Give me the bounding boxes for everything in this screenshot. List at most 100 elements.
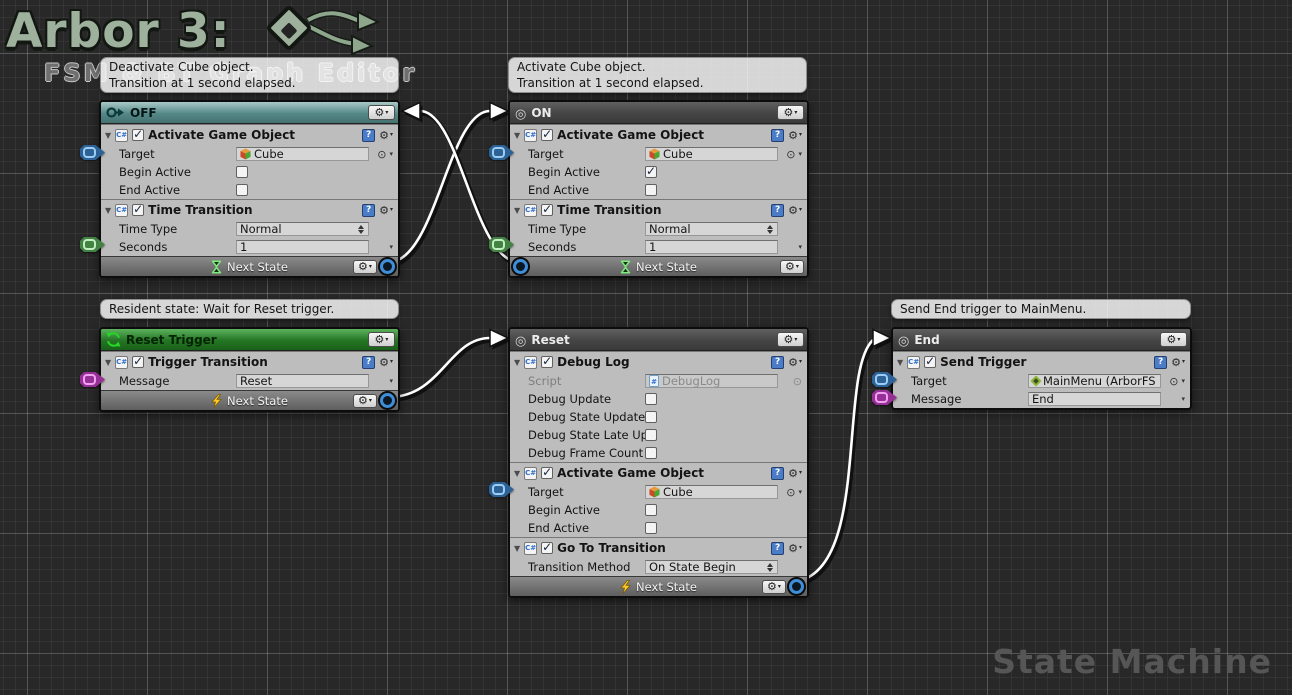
dropdown-icon[interactable]: ▾ [798, 151, 802, 158]
state-settings-button[interactable]: ⚙▾ [1160, 332, 1187, 347]
behaviour-enabled-checkbox[interactable]: ✓ [541, 129, 553, 141]
popup-field[interactable]: Normal [645, 222, 778, 236]
popup-field[interactable]: Normal [236, 222, 369, 236]
foldout-icon[interactable]: ▼ [514, 206, 520, 215]
object-picker-icon[interactable]: ⊙ [786, 487, 795, 498]
transition-settings-button[interactable]: ⚙▾ [353, 260, 377, 274]
behaviour-settings-button[interactable]: ⚙▾ [788, 205, 802, 216]
state-header-reset[interactable]: ◎Reset⚙▾ [510, 329, 807, 351]
behaviour-enabled-checkbox[interactable]: ✓ [541, 542, 553, 554]
property-checkbox[interactable] [236, 184, 248, 196]
behaviour-enabled-checkbox[interactable]: ✓ [541, 356, 553, 368]
data-slot-green-icon[interactable] [489, 237, 514, 252]
behaviour-enabled-checkbox[interactable]: ✓ [132, 129, 144, 141]
next-state-port[interactable] [789, 579, 804, 594]
data-slot-blue-icon[interactable] [80, 145, 105, 160]
behaviour-settings-button[interactable]: ⚙▾ [379, 357, 393, 368]
property-checkbox[interactable] [645, 393, 657, 405]
help-icon[interactable]: ? [1154, 356, 1167, 369]
next-state-port[interactable] [380, 393, 395, 408]
foldout-icon[interactable]: ▼ [897, 358, 903, 367]
help-icon[interactable]: ? [362, 204, 375, 217]
data-slot-magenta-icon[interactable] [872, 390, 897, 405]
foldout-icon[interactable]: ▼ [105, 131, 111, 140]
behaviour-enabled-checkbox[interactable]: ✓ [541, 467, 553, 479]
csharp-script-icon: C# [115, 129, 128, 142]
foldout-icon[interactable]: ▼ [105, 358, 111, 367]
state-header-on[interactable]: ◎ON⚙▾ [510, 102, 807, 124]
text-field[interactable]: Reset [236, 374, 369, 388]
next-state-port[interactable] [380, 259, 395, 274]
help-icon[interactable]: ? [771, 467, 784, 480]
foldout-icon[interactable]: ▼ [514, 131, 520, 140]
state-header-reset-trigger[interactable]: Reset Trigger⚙▾ [101, 329, 398, 351]
dropdown-icon[interactable]: ▾ [389, 151, 393, 158]
foldout-icon[interactable]: ▼ [514, 358, 520, 367]
popup-field-value: Normal [649, 222, 691, 236]
transition-settings-button[interactable]: ⚙▾ [780, 260, 804, 274]
foldout-icon[interactable]: ▼ [105, 206, 111, 215]
state-settings-button[interactable]: ⚙▾ [777, 105, 804, 120]
object-field[interactable]: MainMenu (ArborFS [1028, 374, 1161, 388]
behaviour-settings-button[interactable]: ⚙▾ [379, 205, 393, 216]
transition-settings-button[interactable]: ⚙▾ [762, 580, 786, 594]
object-field[interactable]: Cube [645, 147, 778, 161]
data-slot-blue-icon[interactable] [489, 482, 514, 497]
behaviour-settings-button[interactable]: ⚙▾ [788, 130, 802, 141]
object-picker-icon[interactable]: ⊙ [377, 149, 386, 160]
object-field[interactable]: Cube [645, 485, 778, 499]
help-icon[interactable]: ? [771, 542, 784, 555]
dropdown-icon[interactable]: ▾ [798, 244, 802, 251]
object-picker-icon[interactable]: ⊙ [1169, 376, 1178, 387]
property-checkbox[interactable] [645, 504, 657, 516]
state-header-end[interactable]: ◎End⚙▾ [893, 329, 1190, 351]
object-field[interactable]: Cube [236, 147, 369, 161]
behaviour-enabled-checkbox[interactable]: ✓ [132, 356, 144, 368]
text-field[interactable]: End [1028, 392, 1161, 406]
help-icon[interactable]: ? [362, 356, 375, 369]
object-picker-icon[interactable]: ⊙ [786, 149, 795, 160]
state-settings-button[interactable]: ⚙▾ [368, 105, 395, 120]
dropdown-icon[interactable]: ▾ [389, 244, 393, 251]
text-field[interactable]: 1 [236, 240, 369, 254]
dropdown-icon[interactable]: ▾ [798, 489, 802, 496]
behaviour-settings-button[interactable]: ⚙▾ [788, 357, 802, 368]
behaviour-settings-button[interactable]: ⚙▾ [788, 468, 802, 479]
foldout-icon[interactable]: ▼ [514, 469, 520, 478]
data-slot-magenta-icon[interactable] [80, 372, 105, 387]
next-state-port[interactable] [513, 259, 528, 274]
state-header-off[interactable]: OFF⚙▾ [101, 102, 398, 124]
property-row: End Active [510, 519, 807, 537]
foldout-icon[interactable]: ▼ [514, 544, 520, 553]
state-settings-button[interactable]: ⚙▾ [368, 332, 395, 347]
behaviour-enabled-checkbox[interactable]: ✓ [924, 356, 936, 368]
property-checkbox[interactable] [645, 411, 657, 423]
behaviour-settings-button[interactable]: ⚙▾ [379, 130, 393, 141]
property-checkbox[interactable] [645, 184, 657, 196]
behaviour-settings-button[interactable]: ⚙▾ [788, 543, 802, 554]
state-settings-button[interactable]: ⚙▾ [777, 332, 804, 347]
help-icon[interactable]: ? [771, 129, 784, 142]
property-checkbox[interactable] [645, 522, 657, 534]
data-slot-blue-icon[interactable] [872, 372, 897, 387]
popup-field[interactable]: On State Begin [645, 560, 778, 574]
property-checkbox[interactable] [645, 429, 657, 441]
data-slot-blue-icon[interactable] [489, 145, 514, 160]
graph-canvas[interactable]: Arbor 3: FSM & BT Graph Editor State Mac… [0, 0, 1292, 695]
help-icon[interactable]: ? [771, 204, 784, 217]
text-field[interactable]: 1 [645, 240, 778, 254]
dropdown-icon[interactable]: ▾ [389, 378, 393, 385]
behaviour-enabled-checkbox[interactable]: ✓ [132, 204, 144, 216]
property-checkbox[interactable] [645, 447, 657, 459]
dropdown-icon[interactable]: ▾ [1181, 378, 1185, 385]
transition-settings-button[interactable]: ⚙▾ [353, 394, 377, 408]
help-icon[interactable]: ? [362, 129, 375, 142]
comment-line: Activate Cube object. [517, 59, 798, 75]
help-icon[interactable]: ? [771, 356, 784, 369]
property-checkbox[interactable]: ✓ [645, 166, 657, 178]
behaviour-enabled-checkbox[interactable]: ✓ [541, 204, 553, 216]
property-checkbox[interactable] [236, 166, 248, 178]
dropdown-icon[interactable]: ▾ [1181, 396, 1185, 403]
behaviour-settings-button[interactable]: ⚙▾ [1171, 357, 1185, 368]
data-slot-green-icon[interactable] [80, 237, 105, 252]
